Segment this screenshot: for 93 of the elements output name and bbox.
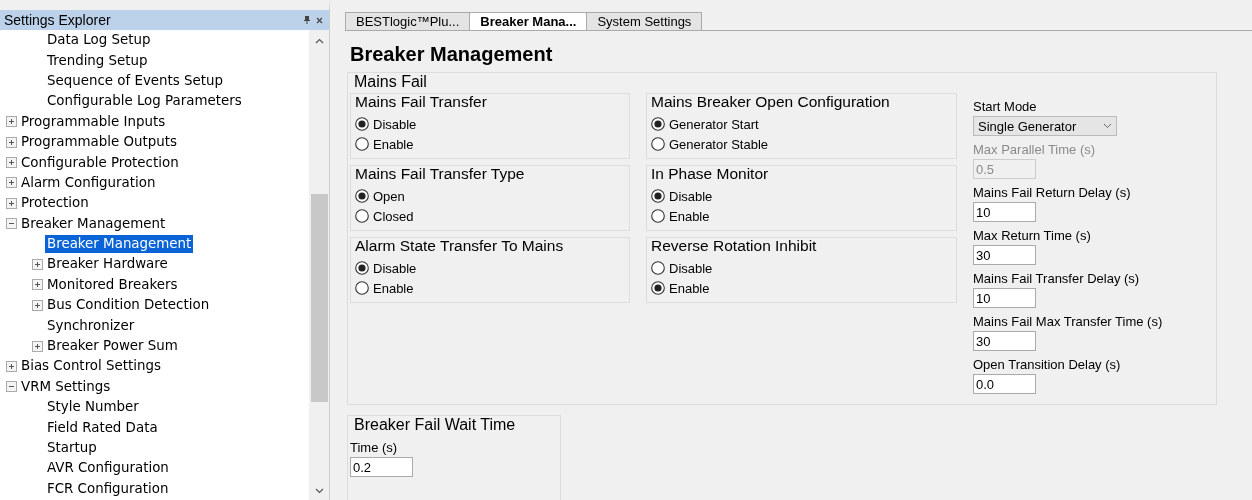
tree-item[interactable]: Startup xyxy=(45,439,99,457)
radio-button[interactable] xyxy=(651,137,665,151)
radio-button[interactable] xyxy=(355,281,369,295)
group-title: Mains Fail Transfer xyxy=(355,93,488,111)
scroll-down-icon[interactable] xyxy=(314,488,324,494)
field-label: Max Parallel Time (s) xyxy=(973,142,1097,159)
scrollbar-thumb[interactable] xyxy=(310,194,328,402)
expand-icon[interactable] xyxy=(32,279,43,291)
field-label: Start Mode xyxy=(973,99,1038,116)
pin-icon[interactable] xyxy=(304,16,310,24)
input-field[interactable]: 10 xyxy=(973,202,1036,222)
field-label: Mains Fail Max Transfer Time (s) xyxy=(973,314,1163,331)
expand-icon[interactable] xyxy=(6,157,17,169)
expand-icon[interactable] xyxy=(6,136,17,148)
radio-label: Enable xyxy=(373,280,414,296)
page-title: Breaker Management xyxy=(350,43,554,66)
group-title: Breaker Fail Wait Time xyxy=(354,416,517,434)
tree-item[interactable]: Programmable Inputs xyxy=(19,112,168,131)
field-label: Open Transition Delay (s) xyxy=(973,357,1122,374)
radio-label: Enable xyxy=(669,280,710,296)
tree-item[interactable]: Monitored Breakers xyxy=(45,275,180,294)
tab[interactable]: System Settings xyxy=(586,12,703,30)
radio-label: Closed xyxy=(373,208,414,224)
field-label: Max Return Time (s) xyxy=(973,228,1092,245)
radio-button[interactable] xyxy=(651,261,665,275)
tree-item[interactable]: Synchronizer xyxy=(45,316,137,335)
group-title: Mains Fail xyxy=(354,73,428,91)
tree-item[interactable]: Breaker Management xyxy=(19,214,168,233)
expand-icon[interactable] xyxy=(6,197,17,209)
collapse-icon[interactable] xyxy=(6,218,17,230)
group-title: Alarm State Transfer To Mains xyxy=(355,237,565,255)
tree-item[interactable]: Breaker Power Sum xyxy=(45,337,180,356)
radio-button[interactable] xyxy=(651,117,665,131)
group-title: Mains Fail Transfer Type xyxy=(355,165,526,183)
tree-item[interactable]: Bias Control Settings xyxy=(19,357,163,376)
panel-title: Settings Explorer xyxy=(4,12,112,28)
radio-label: Disable xyxy=(669,260,713,276)
radio-button[interactable] xyxy=(651,281,665,295)
tree-item[interactable]: Configurable Log Parameters xyxy=(45,92,244,111)
radio-label: Disable xyxy=(373,116,417,132)
close-icon[interactable] xyxy=(316,16,323,24)
group-title: Reverse Rotation Inhibit xyxy=(651,237,818,255)
radio-button[interactable] xyxy=(355,209,369,223)
input-field[interactable]: 30 xyxy=(973,245,1036,265)
tree-item[interactable]: Bus Condition Detection xyxy=(45,296,212,315)
tree-item[interactable]: Programmable Outputs xyxy=(19,133,179,152)
input-field[interactable]: 0.0 xyxy=(973,374,1036,394)
radio-label: Generator Start xyxy=(669,116,759,132)
expand-icon[interactable] xyxy=(32,340,43,352)
expand-icon[interactable] xyxy=(32,259,43,270)
radio-label: Generator Stable xyxy=(669,136,768,152)
input-field[interactable]: 30 xyxy=(973,331,1036,351)
dropdown[interactable]: Single Generator xyxy=(973,116,1117,136)
tree-item[interactable]: Breaker Management xyxy=(45,235,194,254)
tree-item[interactable]: VRM Settings xyxy=(19,377,113,396)
expand-icon[interactable] xyxy=(6,177,17,189)
tree-item[interactable]: AVR Configuration xyxy=(45,459,171,478)
radio-button[interactable] xyxy=(355,189,369,203)
radio-label: Enable xyxy=(373,136,414,152)
tree-item[interactable]: Field Rated Data xyxy=(45,418,160,437)
tree-item[interactable]: Protection xyxy=(19,194,91,213)
collapse-icon[interactable] xyxy=(6,381,17,393)
expand-icon[interactable] xyxy=(6,360,17,372)
expand-icon[interactable] xyxy=(6,116,17,128)
group-title: Mains Breaker Open Configuration xyxy=(651,93,891,111)
field-label: Mains Fail Transfer Delay (s) xyxy=(973,271,1141,288)
radio-button[interactable] xyxy=(651,189,665,203)
chevron-down-icon xyxy=(1103,123,1112,129)
tree-item[interactable]: Configurable Protection xyxy=(19,153,181,172)
tab[interactable]: BESTlogic™Plu... xyxy=(345,12,471,30)
radio-label: Open xyxy=(373,188,405,204)
tree-item[interactable]: Style Number xyxy=(45,398,141,417)
tree-item[interactable]: Trending Setup xyxy=(45,51,150,70)
radio-label: Disable xyxy=(373,260,417,276)
input-field[interactable]: 0.2 xyxy=(350,457,413,477)
tree-item[interactable]: Data Log Setup xyxy=(45,31,153,50)
radio-button[interactable] xyxy=(355,261,369,275)
radio-label: Enable xyxy=(669,208,710,224)
expand-icon[interactable] xyxy=(32,299,43,311)
radio-button[interactable] xyxy=(355,137,369,151)
radio-button[interactable] xyxy=(355,117,369,131)
group-title: In Phase Monitor xyxy=(651,165,770,183)
field-label: Time (s) xyxy=(350,440,399,457)
field-label: Mains Fail Return Delay (s) xyxy=(973,185,1132,202)
radio-label: Disable xyxy=(669,188,713,204)
tree-item[interactable]: Alarm Configuration xyxy=(19,173,158,192)
input-field[interactable]: 10 xyxy=(973,288,1036,308)
tree-item[interactable]: Breaker Hardware xyxy=(45,255,170,274)
radio-button[interactable] xyxy=(651,209,665,223)
tree-item[interactable]: Sequence of Events Setup xyxy=(45,71,226,90)
tree-item[interactable]: FCR Configuration xyxy=(45,479,171,498)
tab[interactable]: Breaker Mana... xyxy=(469,12,588,30)
scroll-up-icon[interactable] xyxy=(314,38,324,44)
